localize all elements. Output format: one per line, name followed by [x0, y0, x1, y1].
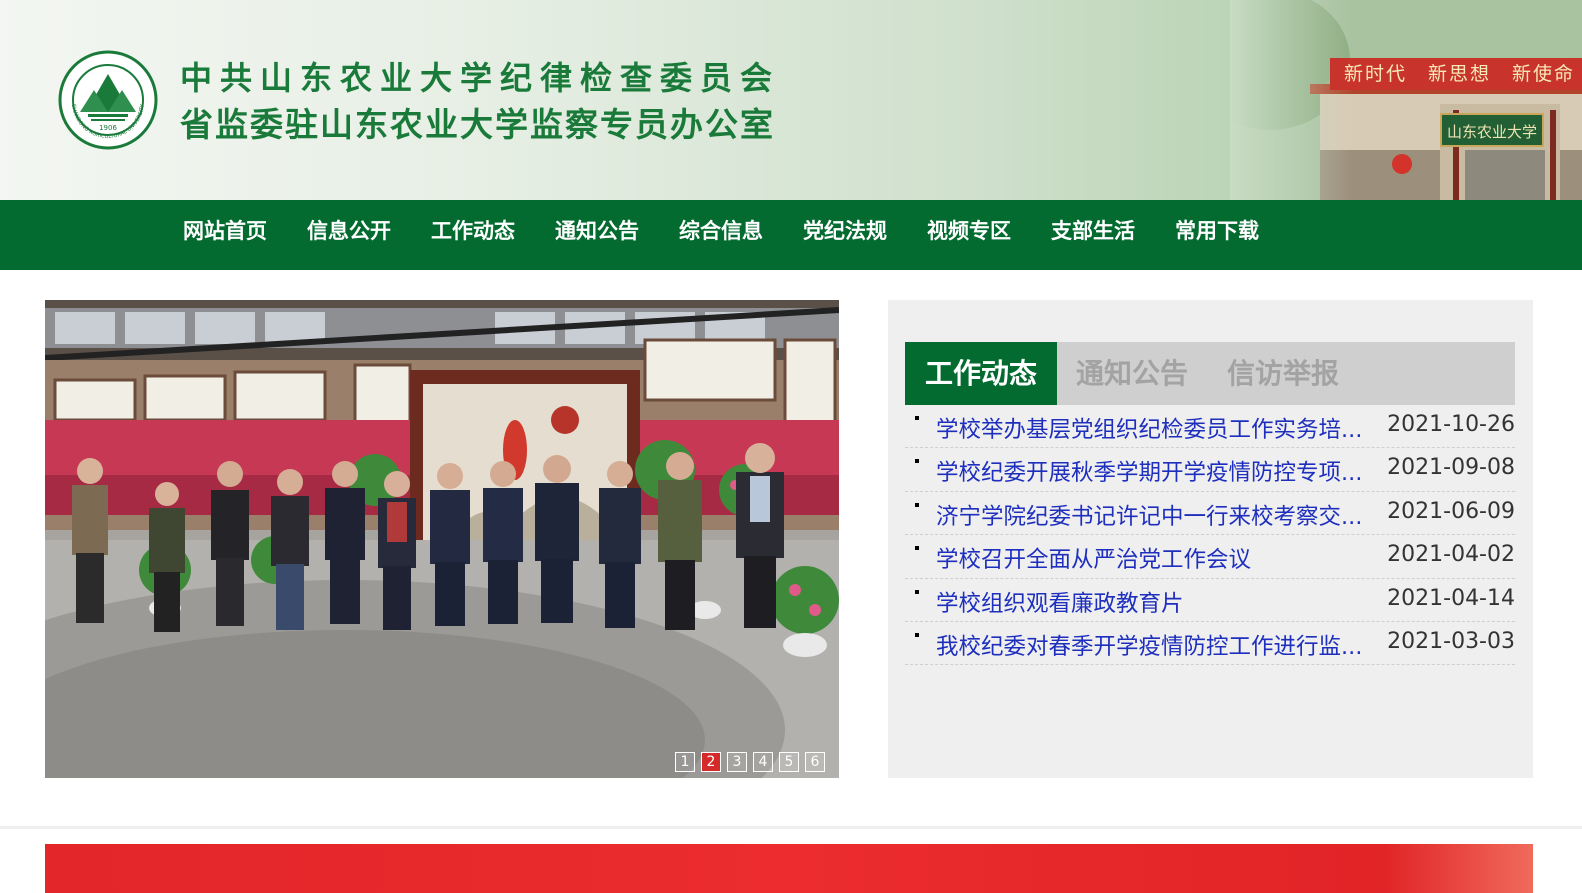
tab-notices[interactable]: 通知公告 — [1057, 342, 1207, 405]
slide-page-2[interactable]: 2 — [701, 752, 721, 772]
nav-item-regulations[interactable]: 党纪法规 — [803, 200, 887, 270]
news-date: 2021-10-26 — [1387, 412, 1515, 437]
site-title-line2: 省监委驻山东农业大学监察专员办公室 — [180, 105, 775, 144]
site-header: 1906 SHANDONG AGRICULTURAL UNIVERSITY 中共… — [0, 0, 1582, 200]
news-tabs: 工作动态 通知公告 信访举报 — [905, 342, 1515, 405]
news-date: 2021-03-03 — [1387, 628, 1515, 654]
bullet-icon — [915, 459, 919, 464]
news-link[interactable]: 学校纪委开展秋季学期开学疫情防控专项... — [936, 455, 1362, 487]
nav-item-work-news[interactable]: 工作动态 — [431, 200, 515, 270]
news-date: 2021-04-02 — [1387, 542, 1515, 568]
slide-page-5[interactable]: 5 — [779, 752, 799, 772]
site-title-line1: 中共山东农业大学纪律检查委员会 — [180, 59, 781, 97]
bullet-icon — [915, 632, 919, 637]
slide-page-6[interactable]: 6 — [805, 752, 825, 772]
news-link[interactable]: 学校组织观看廉政教育片 — [936, 586, 1184, 618]
slogan-banner: 新时代 新思想 新使命 — [1330, 58, 1582, 90]
university-seal-icon[interactable]: 1906 SHANDONG AGRICULTURAL UNIVERSITY — [58, 50, 158, 150]
list-item: 学校纪委开展秋季学期开学疫情防控专项... 2021-09-08 — [905, 448, 1515, 492]
news-list: 学校举办基层党组织纪检委员工作实务培... 2021-10-26 学校纪委开展秋… — [905, 405, 1515, 666]
logo-year: 1906 — [99, 124, 117, 132]
news-link[interactable]: 我校纪委对春季开学疫情防控工作进行监... — [936, 629, 1362, 661]
nav-item-info-disclosure[interactable]: 信息公开 — [307, 200, 391, 270]
list-item: 济宁学院纪委书记许记中一行来校考察交... 2021-06-09 — [905, 492, 1515, 536]
list-item: 学校召开全面从严治党工作会议 2021-04-02 — [905, 535, 1515, 579]
nav-item-general-info[interactable]: 综合信息 — [679, 200, 763, 270]
list-item: 学校组织观看廉政教育片 2021-04-14 — [905, 579, 1515, 622]
section-divider — [0, 826, 1582, 829]
slide-page-4[interactable]: 4 — [753, 752, 773, 772]
news-link[interactable]: 济宁学院纪委书记许记中一行来校考察交... — [936, 499, 1362, 531]
tab-work-news[interactable]: 工作动态 — [905, 342, 1057, 405]
list-item: 学校举办基层党组织纪检委员工作实务培... 2021-10-26 — [905, 405, 1515, 449]
slide-page-3[interactable]: 3 — [727, 752, 747, 772]
campus-gate-image — [1230, 0, 1582, 200]
news-link[interactable]: 学校召开全面从严治党工作会议 — [936, 542, 1251, 574]
slideshow-pager: 1 2 3 4 5 6 — [675, 752, 825, 772]
slide-page-1[interactable]: 1 — [675, 752, 695, 772]
list-item: 我校纪委对春季开学疫情防控工作进行监... 2021-03-03 — [905, 622, 1515, 666]
bullet-icon — [915, 589, 919, 594]
group-photo-image — [45, 300, 839, 778]
nav-item-video[interactable]: 视频专区 — [927, 200, 1011, 270]
bullet-icon — [915, 502, 919, 507]
news-panel: 工作动态 通知公告 信访举报 学校举办基层党组织纪检委员工作实务培... 202… — [888, 300, 1533, 778]
nav-item-branch-life[interactable]: 支部生活 — [1051, 200, 1135, 270]
nav-item-notices[interactable]: 通知公告 — [555, 200, 639, 270]
red-banner — [45, 844, 1533, 893]
nav-item-downloads[interactable]: 常用下载 — [1175, 200, 1259, 270]
nav-item-home[interactable]: 网站首页 — [183, 200, 267, 270]
tab-petitions[interactable]: 信访举报 — [1207, 342, 1359, 405]
news-link[interactable]: 学校举办基层党组织纪检委员工作实务培... — [936, 412, 1362, 444]
news-date: 2021-06-09 — [1387, 498, 1515, 524]
news-date: 2021-09-08 — [1387, 455, 1515, 481]
bullet-icon — [915, 416, 919, 420]
bullet-icon — [915, 546, 919, 551]
main-nav: 网站首页 信息公开 工作动态 通知公告 综合信息 党纪法规 视频专区 支部生活 … — [0, 200, 1582, 270]
photo-slideshow[interactable]: 1 2 3 4 5 6 — [45, 300, 839, 778]
news-date: 2021-04-14 — [1387, 585, 1515, 611]
gate-sign: 山东农业大学 — [1440, 113, 1544, 147]
